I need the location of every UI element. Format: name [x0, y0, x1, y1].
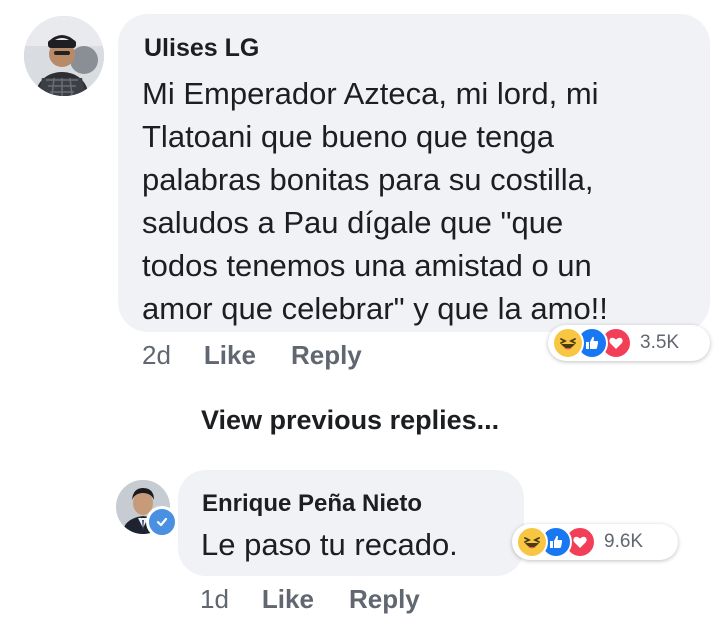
- reply-author[interactable]: Enrique Peña Nieto: [202, 490, 422, 518]
- comment-thread: Ulises LG Mi Emperador Azteca, mi lord, …: [0, 0, 725, 634]
- comment-text-line: Tlatoani que bueno que tenga: [142, 119, 554, 154]
- comment-author[interactable]: Ulises LG: [144, 34, 259, 63]
- avatar[interactable]: [24, 16, 104, 96]
- comment-text-line: Mi Emperador Azteca, mi lord, mi: [142, 76, 599, 111]
- reaction-count: 9.6K: [604, 531, 644, 552]
- reply-timestamp[interactable]: 1d: [200, 584, 229, 615]
- avatar-photo: [24, 16, 104, 96]
- comment-timestamp[interactable]: 2d: [142, 340, 171, 371]
- comment-text-line: saludos a Pau dígale que "que: [142, 205, 564, 240]
- reply-avatar[interactable]: [116, 480, 178, 538]
- reply-button[interactable]: Reply: [349, 584, 420, 615]
- reply-button[interactable]: Reply: [291, 340, 362, 371]
- reply-bubble: Enrique Peña Nieto Le paso tu recado.: [178, 470, 524, 576]
- verified-badge-icon: [146, 506, 178, 538]
- haha-icon: [552, 327, 584, 359]
- reply-reactions-summary[interactable]: 9.6K: [512, 524, 678, 560]
- reaction-count: 3.5K: [640, 332, 680, 353]
- reply-actions: 1d Like Reply: [200, 584, 455, 615]
- comment-actions: 2d Like Reply: [142, 340, 397, 371]
- comment-text-line: palabras bonitas para su costilla,: [142, 162, 594, 197]
- reactions-summary[interactable]: 3.5K: [548, 325, 710, 361]
- view-previous-replies-link[interactable]: View previous replies...: [201, 405, 499, 436]
- reply-text: Le paso tu recado.: [201, 527, 458, 562]
- comment-text-line: amor que celebrar" y que la amo!!: [142, 291, 608, 326]
- comment-text-line: todos tenemos una amistad o un: [142, 248, 592, 283]
- like-button[interactable]: Like: [204, 340, 256, 371]
- comment-text: Mi Emperador Azteca, mi lord, mi Tlatoan…: [142, 72, 608, 330]
- comment-bubble: Ulises LG Mi Emperador Azteca, mi lord, …: [118, 14, 710, 332]
- haha-icon: [516, 526, 548, 558]
- like-button[interactable]: Like: [262, 584, 314, 615]
